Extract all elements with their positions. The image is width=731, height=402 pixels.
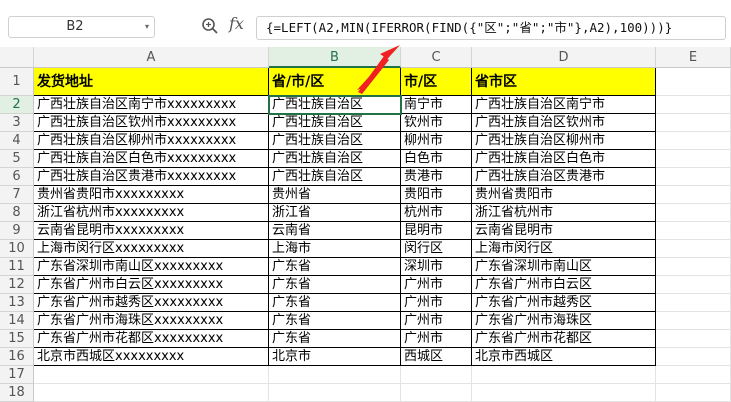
red-arrow-annotation — [357, 45, 400, 94]
